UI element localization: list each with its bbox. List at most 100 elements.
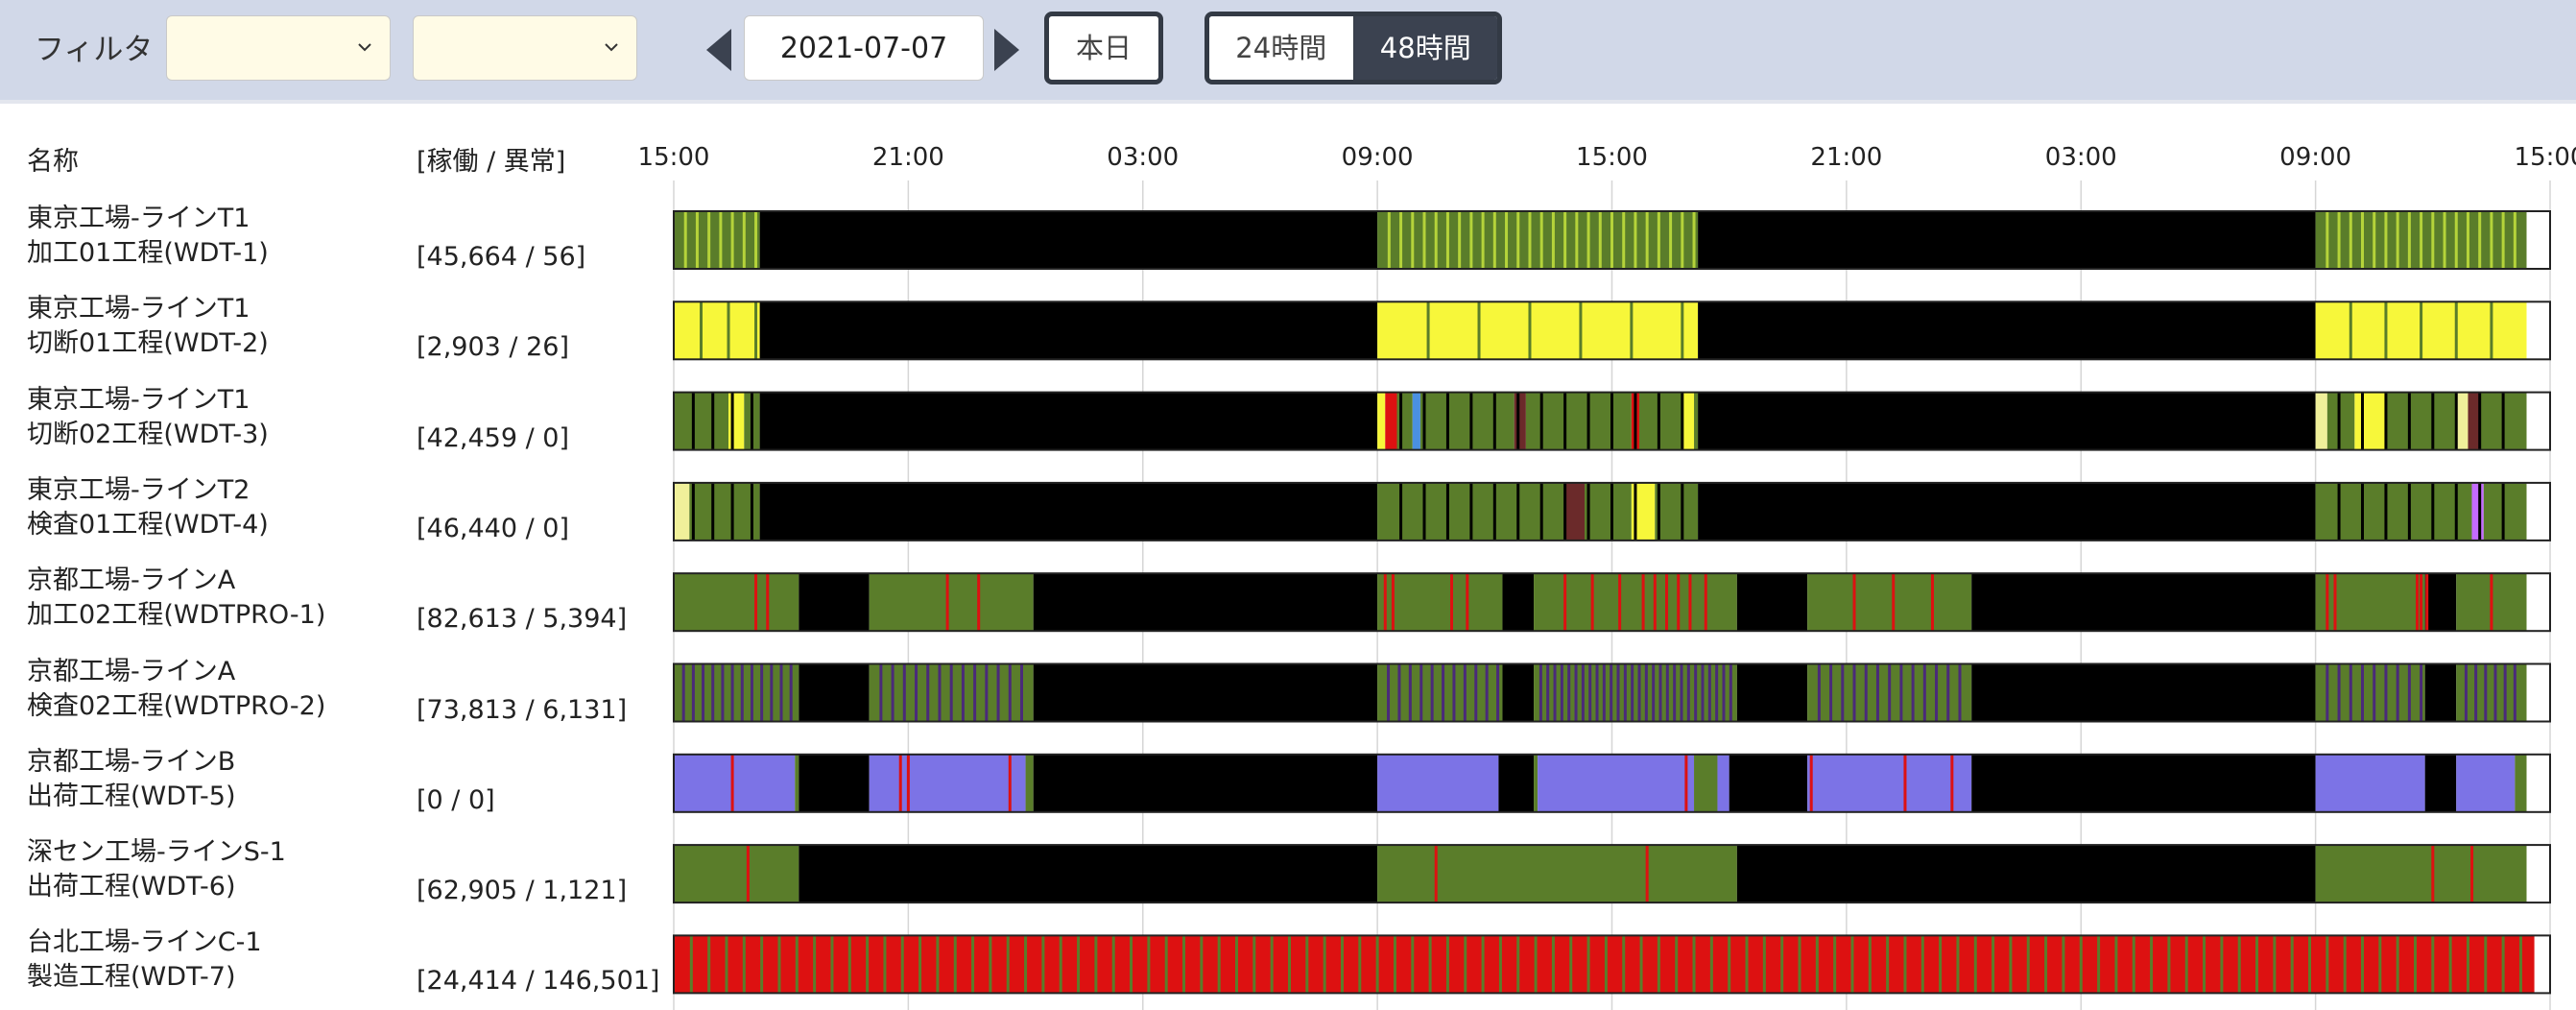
date-input[interactable] — [744, 15, 984, 81]
timeline-event-mark — [691, 392, 695, 450]
timeline-event-mark — [2308, 935, 2312, 994]
timeline-event-mark — [1445, 935, 1449, 994]
timeline-event-mark — [1762, 935, 1766, 994]
timeline-event-mark — [2413, 935, 2417, 994]
timeline-event-mark — [2490, 573, 2493, 632]
timeline-event-mark — [742, 935, 746, 994]
timeline-segment — [2385, 392, 2457, 450]
timeline-event-mark — [1393, 935, 1396, 994]
timeline-event-mark — [2420, 573, 2423, 632]
timeline-event-mark — [1892, 573, 1896, 632]
timeline-event-mark — [695, 211, 699, 269]
timeline-event-mark — [1930, 573, 1934, 632]
timeline-event-mark — [2454, 392, 2458, 450]
timeline-event-mark — [1658, 663, 1662, 722]
timeline-event-mark — [719, 211, 723, 269]
timeline-event-mark — [1551, 935, 1555, 994]
timeline-segment — [1698, 211, 2316, 269]
timeline-event-mark — [711, 392, 715, 450]
timeline-event-mark — [1809, 754, 1813, 812]
timeline-segment — [2354, 392, 2386, 450]
timeline-segment — [1534, 663, 1737, 722]
timeline-segment — [869, 754, 1026, 812]
timeline-event-mark — [1164, 935, 1168, 994]
timeline-event-mark — [746, 845, 750, 903]
timeline-event-mark — [1375, 935, 1379, 994]
timeline-event-mark — [926, 663, 930, 722]
timeline-event-mark — [2384, 211, 2388, 269]
timeline-event-mark — [2273, 935, 2277, 994]
timeline-event-mark — [711, 663, 715, 722]
timeline-event-mark — [1182, 935, 1186, 994]
timeline-segment — [2315, 573, 2425, 632]
timeline-event-mark — [1868, 935, 1872, 994]
timeline-event-mark — [1498, 935, 1502, 994]
timeline-event-mark — [1958, 663, 1962, 722]
timeline-event-mark — [1305, 935, 1309, 994]
timeline-event-mark — [1422, 211, 1426, 269]
filter-select-1[interactable] — [166, 15, 391, 81]
timeline-event-mark — [2513, 211, 2516, 269]
timeline-event-mark — [1094, 935, 1098, 994]
timeline-event-mark — [1019, 663, 1023, 722]
timeline-event-mark — [1569, 935, 1573, 994]
today-button[interactable]: 本日 — [1044, 12, 1163, 84]
timeline-event-mark — [1059, 935, 1062, 994]
filter-select-2[interactable] — [413, 15, 637, 81]
range-24h-button[interactable]: 24時間 — [1209, 16, 1354, 80]
timeline-event-mark — [2326, 935, 2329, 994]
timeline-event-mark — [1450, 573, 1454, 632]
timeline-event-mark — [750, 392, 753, 450]
timeline-event-mark — [1563, 211, 1567, 269]
timeline-event-mark — [1474, 663, 1478, 722]
range-48h-button[interactable]: 48時間 — [1353, 16, 1497, 80]
timeline-event-mark — [1618, 573, 1622, 632]
timeline-event-mark — [754, 301, 758, 360]
timeline-event-mark — [2333, 573, 2337, 632]
timeline-event-mark — [1200, 935, 1204, 994]
timeline-event-mark — [996, 663, 1000, 722]
timeline-event-mark — [2493, 663, 2497, 722]
timeline-event-mark — [1422, 482, 1426, 541]
timeline-event-mark — [740, 663, 744, 722]
timeline-segment — [1717, 754, 1729, 812]
x-tick-label: 03:00 — [1107, 143, 1179, 172]
timeline-event-mark — [1623, 663, 1627, 722]
timeline-event-mark — [1469, 211, 1473, 269]
timeline-segment — [759, 392, 1378, 450]
timeline-event-mark — [2420, 663, 2423, 722]
timeline-segment — [2315, 392, 2327, 450]
timeline-event-mark — [2132, 935, 2135, 994]
timeline-event-mark — [1707, 663, 1711, 722]
timeline-event-mark — [1399, 482, 1403, 541]
timeline-event-mark — [681, 663, 685, 722]
timeline-event-mark — [1430, 663, 1434, 722]
timeline-event-mark — [1833, 935, 1837, 994]
timeline-event-mark — [1684, 754, 1688, 812]
timeline-segment — [1377, 573, 1503, 632]
timeline-segment — [1377, 845, 1737, 903]
timeline-event-mark — [1590, 573, 1594, 632]
timeline-segment — [1502, 573, 1535, 632]
timeline-segment — [759, 482, 1378, 541]
timeline-segment — [799, 754, 870, 812]
timeline-event-mark — [2470, 845, 2474, 903]
timeline-event-mark — [1538, 663, 1542, 722]
timeline-event-mark — [2337, 211, 2341, 269]
prev-day-arrow-icon[interactable] — [704, 27, 733, 73]
timeline-event-mark — [779, 663, 783, 722]
timeline-event-mark — [1852, 663, 1856, 722]
timeline-event-mark — [725, 935, 728, 994]
timeline-event-mark — [1652, 663, 1656, 722]
timeline-event-mark — [2513, 663, 2516, 722]
timeline-event-mark — [1452, 663, 1456, 722]
timeline-event-mark — [1675, 935, 1679, 994]
timeline-segment — [2456, 754, 2516, 812]
next-day-arrow-icon[interactable] — [992, 27, 1021, 73]
timeline-event-mark — [1586, 935, 1590, 994]
timeline-segment — [1584, 482, 1632, 541]
timeline-event-mark — [1528, 301, 1532, 360]
timeline-segment — [1396, 392, 1413, 450]
timeline-segment — [1694, 392, 1699, 450]
timeline-segment — [674, 845, 799, 903]
